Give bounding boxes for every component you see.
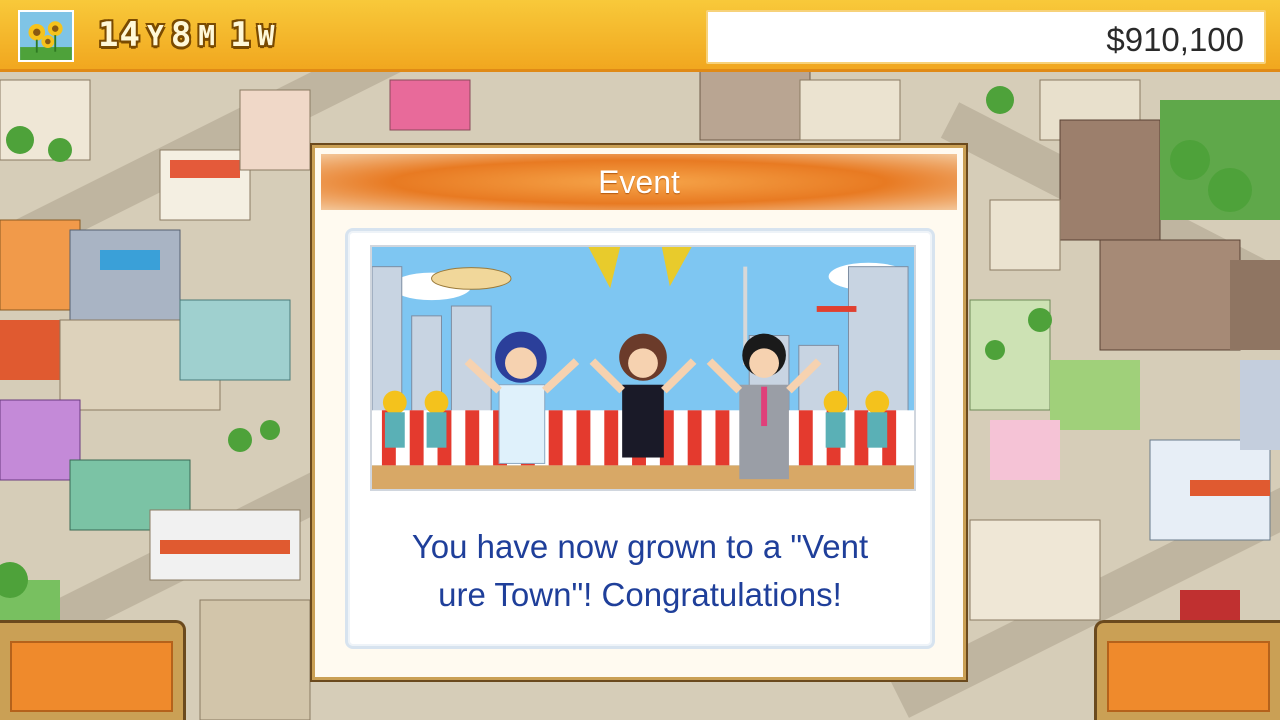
date-months-unit: M: [198, 18, 217, 52]
funds-amount: $910,100: [1106, 21, 1244, 58]
date-years: 14: [98, 15, 141, 55]
bottom-left-menu-button[interactable]: [0, 620, 186, 720]
date-weeks-unit: W: [257, 18, 276, 52]
celebration-illustration: [370, 245, 916, 491]
date-years-unit: Y: [146, 18, 165, 52]
top-status-bar: 14 Y 8 M 1 W $910,100: [0, 0, 1280, 72]
date-months: 8: [170, 15, 193, 55]
sunflower-icon[interactable]: [18, 10, 74, 62]
event-header: Event: [321, 154, 957, 210]
event-title: Event: [598, 163, 680, 200]
game-date: 14 Y 8 M 1 W: [98, 12, 282, 58]
event-message: You have now grown to a "Vent ure Town"!…: [411, 528, 869, 613]
bottom-right-menu-button[interactable]: [1094, 620, 1280, 720]
funds-display: $910,100: [706, 10, 1266, 64]
bottom-left-button-face: [10, 641, 173, 712]
date-weeks: 1: [230, 15, 252, 55]
bottom-right-button-face: [1107, 641, 1270, 712]
event-dialog[interactable]: Event You have now grown to a "Vent ure …: [312, 145, 966, 680]
event-card: You have now grown to a "Vent ure Town"!…: [345, 228, 935, 649]
